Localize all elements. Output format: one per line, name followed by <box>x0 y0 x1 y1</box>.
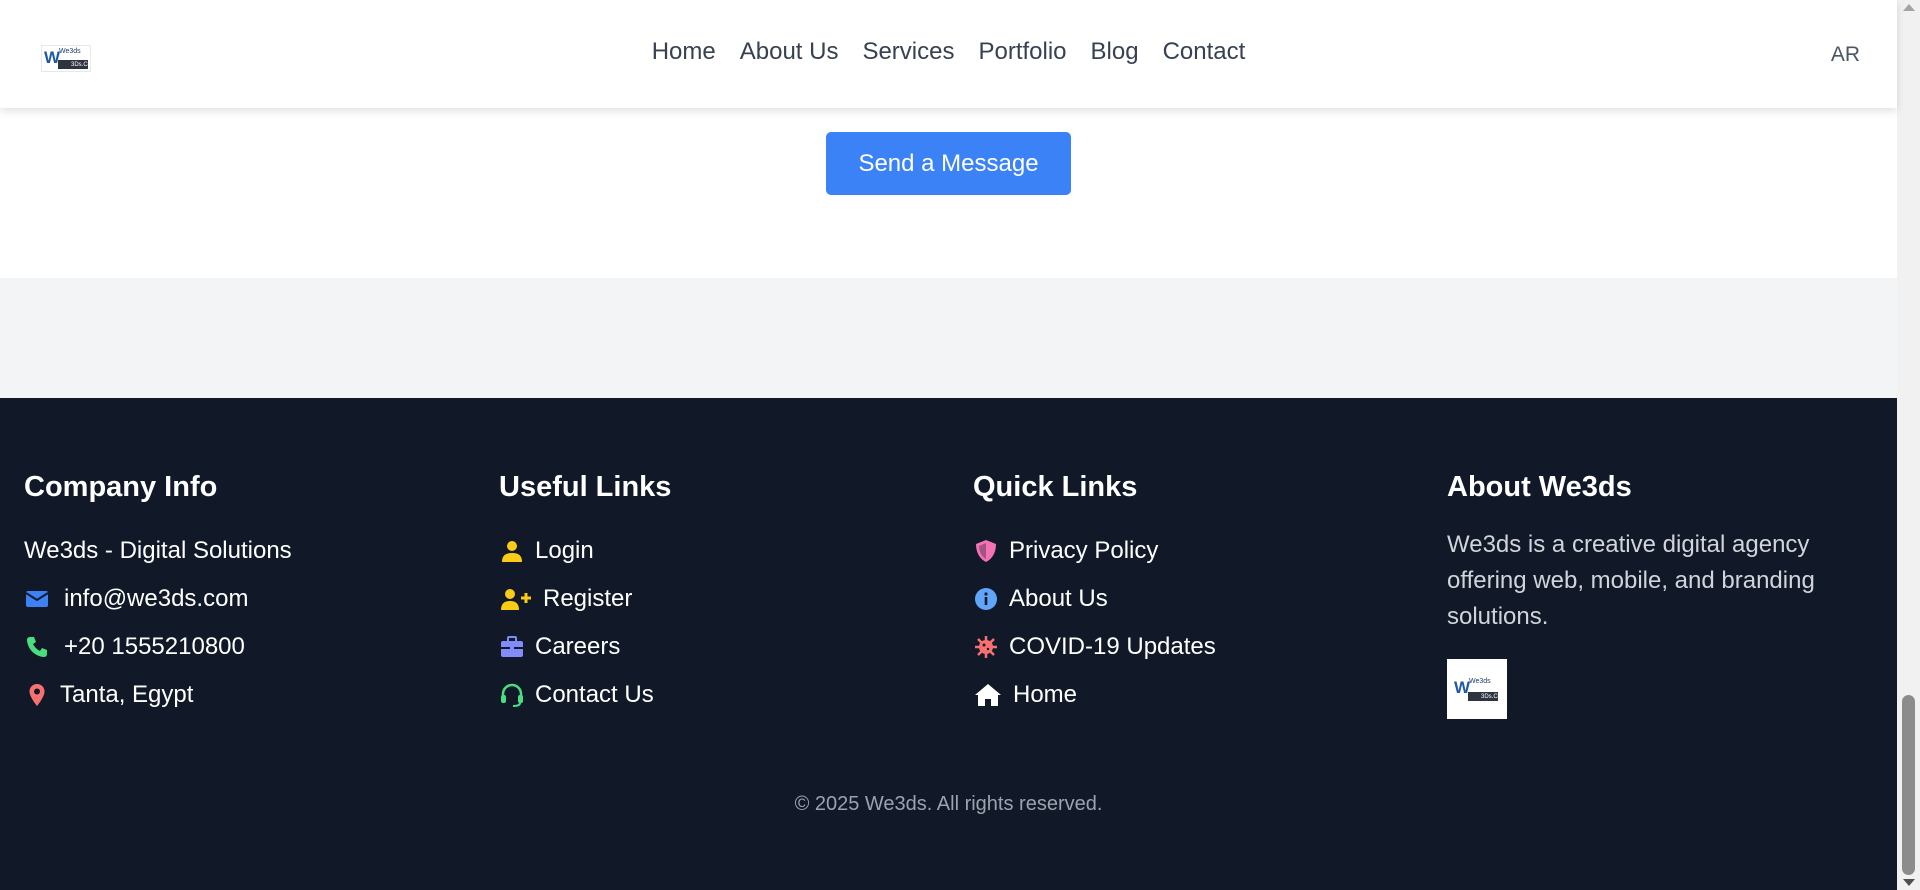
footer-useful-links: Useful Links Login Register Careers Cont… <box>499 471 671 719</box>
link-privacy-policy[interactable]: Privacy Policy <box>973 527 1216 575</box>
useful-links-heading: Useful Links <box>499 471 672 503</box>
nav-about-us[interactable]: About Us <box>740 38 839 66</box>
link-home[interactable]: Home <box>973 671 1216 719</box>
link-contact-us[interactable]: Contact Us <box>499 671 671 719</box>
link-login-label[interactable]: Login <box>535 537 594 565</box>
footer-logo-mark: W We3ds 3Ds.Co <box>1452 676 1502 703</box>
scroll-up-arrow-icon[interactable] <box>1903 4 1915 11</box>
phone-text[interactable]: +20 1555210800 <box>64 633 245 661</box>
section-divider <box>0 278 1897 398</box>
info-icon <box>973 586 999 612</box>
user-icon <box>499 538 525 564</box>
about-heading: About We3ds <box>1447 471 1632 503</box>
nav-home[interactable]: Home <box>652 38 716 66</box>
link-home-label[interactable]: Home <box>1013 681 1077 709</box>
footer-quick-links: Quick Links Privacy Policy About Us COVI… <box>973 471 1216 719</box>
scroll-thumb[interactable] <box>1902 695 1915 875</box>
link-contact-us-label[interactable]: Contact Us <box>535 681 654 709</box>
link-login[interactable]: Login <box>499 527 671 575</box>
virus-icon <box>973 634 999 660</box>
nav-contact[interactable]: Contact <box>1163 38 1246 66</box>
send-message-button[interactable]: Send a Message <box>826 132 1071 195</box>
language-toggle[interactable]: AR <box>1831 43 1860 67</box>
footer-logo[interactable]: W We3ds 3Ds.Co <box>1447 659 1507 719</box>
footer-logo-sub: 3Ds.Co <box>1481 694 1502 700</box>
site-footer: Company Info We3ds - Digital Solutions i… <box>0 398 1897 890</box>
shield-icon <box>973 538 999 564</box>
headset-icon <box>499 682 525 708</box>
briefcase-icon <box>499 634 525 660</box>
link-register[interactable]: Register <box>499 575 671 623</box>
scroll-down-arrow-icon[interactable] <box>1903 879 1915 886</box>
footer-company-info: Company Info We3ds - Digital Solutions i… <box>24 471 292 719</box>
location-pin-icon <box>24 682 50 708</box>
home-icon <box>973 682 1003 708</box>
link-about-us-label[interactable]: About Us <box>1009 585 1108 613</box>
phone-icon <box>24 634 50 660</box>
envelope-icon <box>24 586 50 612</box>
site-header: W We3ds 3Ds.Co Home About Us Services Po… <box>0 0 1897 108</box>
email-text[interactable]: info@we3ds.com <box>64 585 248 613</box>
page-scrollbar[interactable] <box>1897 0 1920 890</box>
link-register-label[interactable]: Register <box>543 585 632 613</box>
company-email[interactable]: info@we3ds.com <box>24 575 292 623</box>
nav-portfolio[interactable]: Portfolio <box>978 38 1066 66</box>
footer-about: About We3ds We3ds is a creative digital … <box>1447 471 1847 719</box>
company-name: We3ds - Digital Solutions <box>24 527 292 575</box>
link-privacy-policy-label[interactable]: Privacy Policy <box>1009 537 1158 565</box>
link-covid-updates-label[interactable]: COVID-19 Updates <box>1009 633 1216 661</box>
company-phone[interactable]: +20 1555210800 <box>24 623 292 671</box>
quick-links-heading: Quick Links <box>973 471 1138 503</box>
link-about-us[interactable]: About Us <box>973 575 1216 623</box>
location-text: Tanta, Egypt <box>60 681 194 708</box>
link-covid-updates[interactable]: COVID-19 Updates <box>973 623 1216 671</box>
user-plus-icon <box>499 586 533 612</box>
copyright: © 2025 We3ds. All rights reserved. <box>794 793 1103 815</box>
company-location: Tanta, Egypt <box>24 671 292 719</box>
link-careers-label[interactable]: Careers <box>535 633 620 661</box>
main-nav: Home About Us Services Portfolio Blog Co… <box>0 38 1897 66</box>
about-text: We3ds is a creative digital agency offer… <box>1447 531 1815 630</box>
nav-services[interactable]: Services <box>862 38 954 66</box>
company-info-heading: Company Info <box>24 471 218 503</box>
footer-logo-text: We3ds <box>1469 678 1491 685</box>
company-name-text: We3ds - Digital Solutions <box>24 537 292 564</box>
link-careers[interactable]: Careers <box>499 623 671 671</box>
nav-blog[interactable]: Blog <box>1091 38 1139 66</box>
